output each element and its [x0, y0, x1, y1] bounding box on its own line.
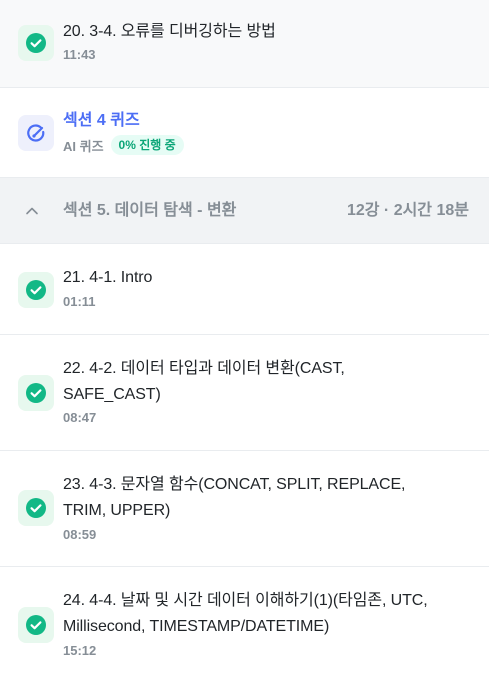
- chevron-up-icon[interactable]: [24, 203, 40, 219]
- quiz-icon: [18, 115, 54, 151]
- lesson-duration: 15:12: [63, 643, 97, 658]
- lesson-row-21[interactable]: 21. 4-1. Intro 01:11: [0, 244, 489, 335]
- lesson-row-24[interactable]: 24. 4-4. 날짜 및 시간 데이터 이해하기(1)(타임존, UTC, M…: [0, 567, 489, 680]
- lesson-title: 20. 3-4. 오류를 디버깅하는 방법: [63, 23, 276, 40]
- quiz-row[interactable]: 섹션 4 퀴즈 AI 퀴즈 0% 진행 중: [0, 88, 489, 178]
- section-header[interactable]: 섹션 5. 데이터 탐색 - 변환 12강 · 2시간 18분: [0, 178, 489, 244]
- lesson-title: 23. 4-3. 문자열 함수(CONCAT, SPLIT, REPLACE, …: [63, 476, 406, 519]
- quiz-meta: AI 퀴즈 0% 진행 중: [63, 135, 184, 155]
- quiz-progress-badge: 0% 진행 중: [110, 135, 184, 155]
- section-meta: 12강 · 2시간 18분: [346, 202, 469, 219]
- lesson-title: 24. 4-4. 날짜 및 시간 데이터 이해하기(1)(타임존, UTC, M…: [63, 592, 428, 635]
- lesson-title: 22. 4-2. 데이터 타입과 데이터 변환(CAST, SAFE_CAST): [63, 360, 345, 403]
- lesson-row-23[interactable]: 23. 4-3. 문자열 함수(CONCAT, SPLIT, REPLACE, …: [0, 451, 489, 567]
- lesson-duration: 08:47: [63, 410, 97, 425]
- lesson-row-20[interactable]: 20. 3-4. 오류를 디버깅하는 방법 11:43: [0, 0, 489, 88]
- lesson-row-22[interactable]: 22. 4-2. 데이터 타입과 데이터 변환(CAST, SAFE_CAST)…: [0, 335, 489, 451]
- quiz-type-label: AI 퀴즈: [63, 138, 104, 154]
- lesson-duration: 11:43: [63, 47, 96, 62]
- check-circle-icon: [18, 607, 54, 643]
- lesson-duration: 01:11: [63, 294, 96, 309]
- check-circle-icon: [18, 375, 54, 411]
- quiz-title: 섹션 4 퀴즈: [63, 112, 140, 129]
- check-circle-icon: [18, 272, 54, 308]
- check-circle-icon: [18, 25, 54, 61]
- lesson-duration: 08:59: [63, 527, 97, 542]
- section-title: 섹션 5. 데이터 탐색 - 변환: [63, 202, 237, 219]
- check-circle-icon: [18, 490, 54, 526]
- lesson-title: 21. 4-1. Intro: [63, 269, 153, 286]
